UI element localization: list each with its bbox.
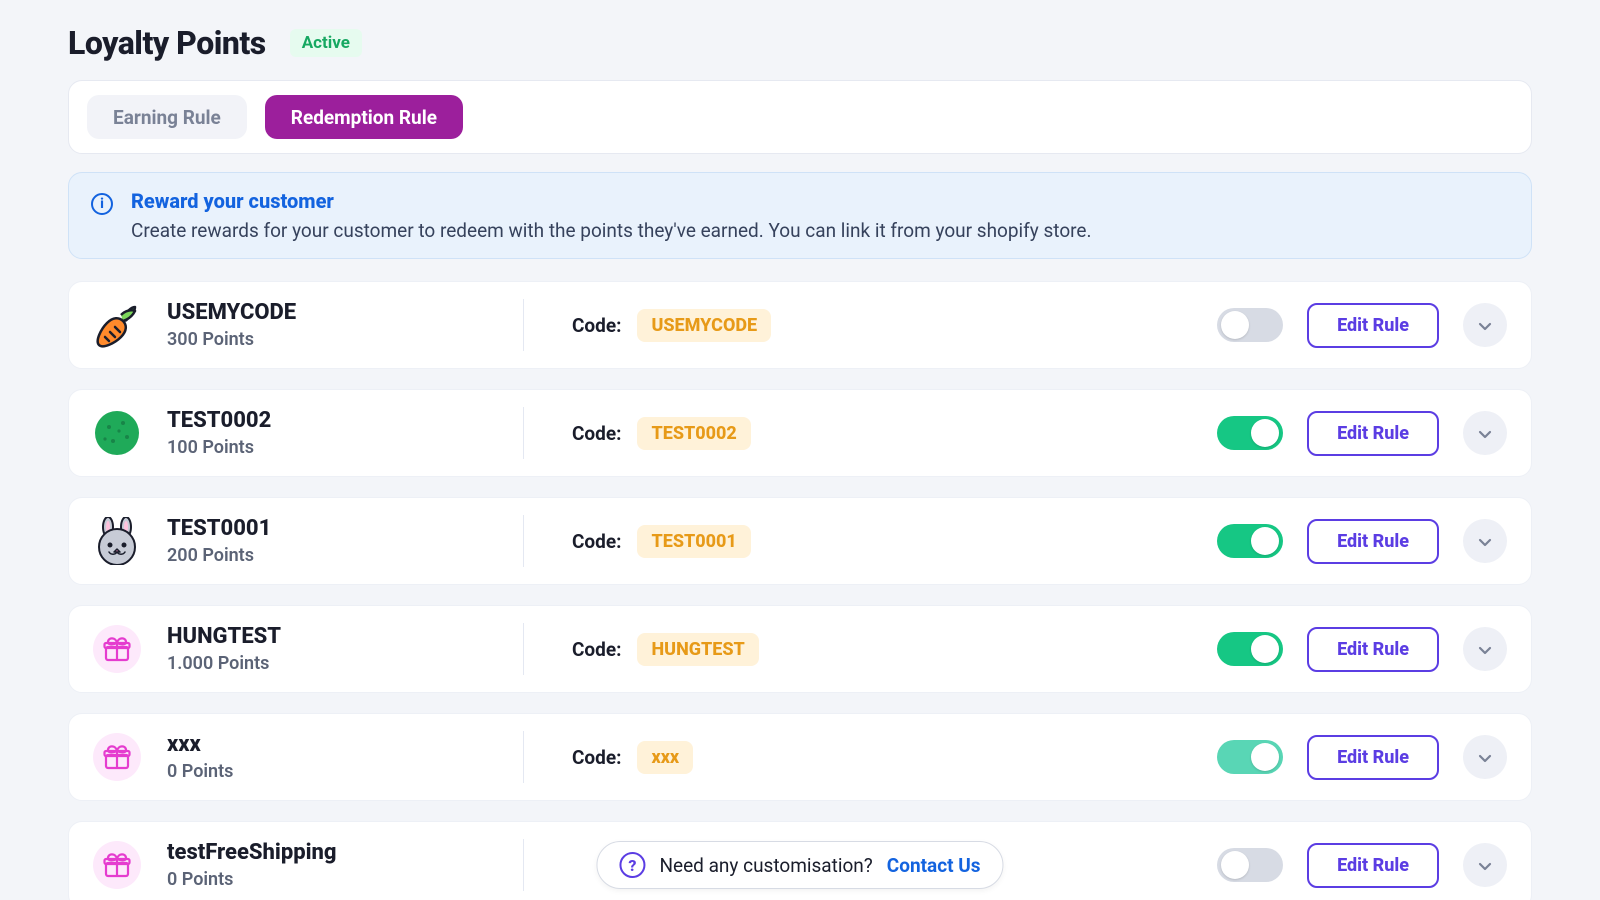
contact-us-link[interactable]: Contact Us [887, 854, 981, 877]
edit-rule-button[interactable]: Edit Rule [1307, 627, 1439, 672]
code-value: TEST0001 [637, 525, 750, 558]
code-label: Code: [572, 314, 621, 337]
tabs-bar: Earning Rule Redemption Rule [68, 80, 1532, 154]
expand-button[interactable] [1463, 843, 1507, 887]
enable-toggle[interactable] [1217, 632, 1283, 666]
rule-row: USEMYCODE 300 Points Code: USEMYCODE Edi… [68, 281, 1532, 369]
rule-points: 300 Points [167, 329, 296, 350]
divider [523, 299, 524, 351]
rule-row: xxx 0 Points Code: xxx Edit Rule [68, 713, 1532, 801]
code-label: Code: [572, 530, 621, 553]
enable-toggle[interactable] [1217, 524, 1283, 558]
rule-icon [93, 409, 141, 457]
info-text: Create rewards for your customer to rede… [131, 219, 1092, 242]
edit-rule-button[interactable]: Edit Rule [1307, 735, 1439, 780]
rule-points: 200 Points [167, 545, 271, 566]
divider [523, 407, 524, 459]
help-icon: ? [619, 852, 645, 878]
rule-icon [93, 625, 141, 673]
rule-name: TEST0002 [167, 408, 271, 433]
edit-rule-button[interactable]: Edit Rule [1307, 519, 1439, 564]
expand-button[interactable] [1463, 411, 1507, 455]
rule-row: HUNGTEST 1.000 Points Code: HUNGTEST Edi… [68, 605, 1532, 693]
divider [523, 515, 524, 567]
rule-name: HUNGTEST [167, 624, 281, 649]
edit-rule-button[interactable]: Edit Rule [1307, 411, 1439, 456]
tab-redemption-rule[interactable]: Redemption Rule [265, 95, 463, 139]
info-icon: i [91, 193, 113, 215]
info-banner: i Reward your customer Create rewards fo… [68, 172, 1532, 259]
code-label: Code: [572, 638, 621, 661]
expand-button[interactable] [1463, 303, 1507, 347]
rule-name: testFreeShipping [167, 840, 337, 865]
code-value: USEMYCODE [637, 309, 771, 342]
rule-points: 0 Points [167, 869, 337, 890]
code-label: Code: [572, 746, 621, 769]
rule-name: TEST0001 [167, 516, 271, 541]
rule-points: 0 Points [167, 761, 233, 782]
customisation-text: Need any customisation? [659, 854, 872, 877]
divider [523, 839, 524, 891]
rule-name: USEMYCODE [167, 300, 296, 325]
divider [523, 731, 524, 783]
tab-earning-rule[interactable]: Earning Rule [87, 95, 247, 139]
rule-row: testFreeShipping 0 Points ? Need any cus… [68, 821, 1532, 900]
page-title: Loyalty Points [68, 24, 266, 62]
rule-points: 1.000 Points [167, 653, 281, 674]
enable-toggle[interactable] [1217, 308, 1283, 342]
edit-rule-button[interactable]: Edit Rule [1307, 303, 1439, 348]
code-value: HUNGTEST [637, 633, 758, 666]
code-value: TEST0002 [637, 417, 750, 450]
status-badge: Active [290, 29, 362, 57]
code-label: Code: [572, 422, 621, 445]
code-value: xxx [637, 741, 693, 774]
rule-row: TEST0002 100 Points Code: TEST0002 Edit … [68, 389, 1532, 477]
rule-points: 100 Points [167, 437, 271, 458]
expand-button[interactable] [1463, 735, 1507, 779]
rule-icon [93, 841, 141, 889]
customisation-prompt: ? Need any customisation? Contact Us [596, 841, 1003, 889]
rule-icon [93, 517, 141, 565]
enable-toggle[interactable] [1217, 848, 1283, 882]
enable-toggle[interactable] [1217, 416, 1283, 450]
info-title: Reward your customer [131, 189, 1092, 213]
enable-toggle[interactable] [1217, 740, 1283, 774]
expand-button[interactable] [1463, 519, 1507, 563]
rule-name: xxx [167, 732, 233, 757]
divider [523, 623, 524, 675]
rule-icon [93, 733, 141, 781]
edit-rule-button[interactable]: Edit Rule [1307, 843, 1439, 888]
expand-button[interactable] [1463, 627, 1507, 671]
rule-icon [93, 301, 141, 349]
rule-row: TEST0001 200 Points Code: TEST0001 Edit … [68, 497, 1532, 585]
